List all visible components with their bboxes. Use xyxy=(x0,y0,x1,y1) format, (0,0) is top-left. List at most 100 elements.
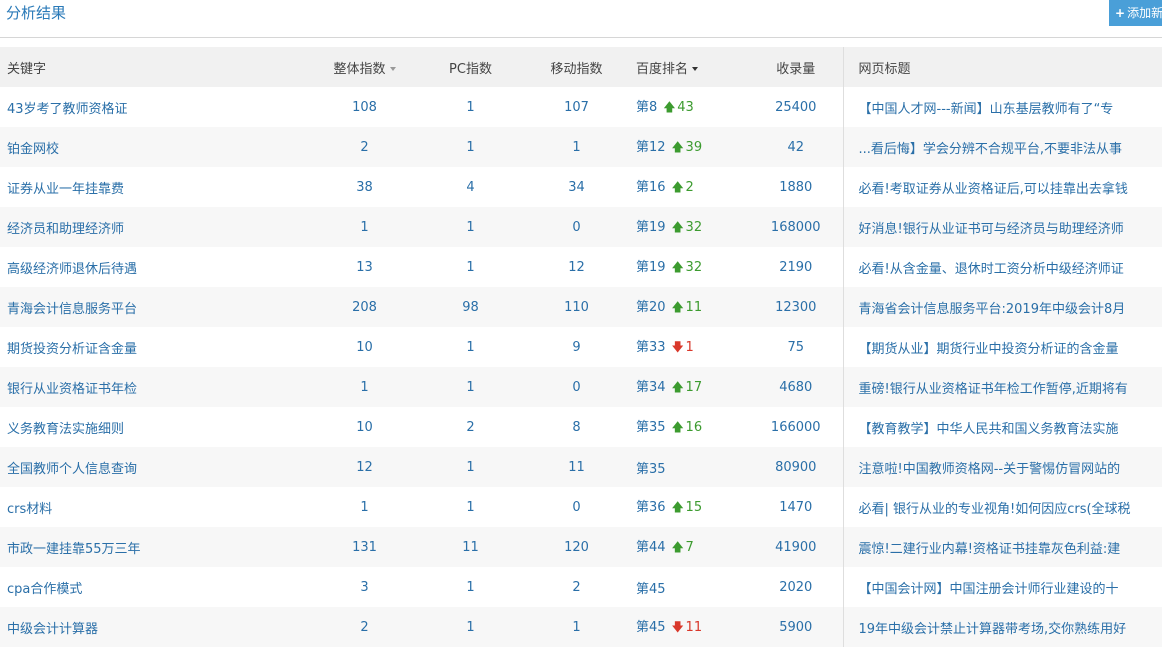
page-title-link[interactable]: 青海省会计信息服务平台:2019年中级会计8月 xyxy=(842,287,1162,327)
keyword-link[interactable]: crs材料 xyxy=(0,487,312,527)
table-row: 中级会计计算器 2 1 1 第45 🡇 11 5900 19年中级会计禁止计算器带考场,交你熟练… xyxy=(0,607,1162,647)
page-title-link[interactable]: 【期货从业】期货行业中投资分析证的含金量 xyxy=(842,327,1162,367)
mobile-index-cell: 9 xyxy=(572,339,581,355)
keyword-link[interactable]: 高级经济师退休后待遇 xyxy=(0,247,312,287)
pc-index-cell: 11 xyxy=(462,539,479,555)
indexed-count-cell: 41900 xyxy=(775,539,817,555)
keyword-link[interactable]: 青海会计信息服务平台 xyxy=(0,287,312,327)
arrow-up-icon: 🡅 xyxy=(671,379,684,394)
keyword-link[interactable]: 市政一建挂靠55万三年 xyxy=(0,527,312,567)
indexed-count-cell: 2190 xyxy=(779,259,813,275)
rank-value: 第19 xyxy=(636,259,666,275)
mobile-index-cell: 0 xyxy=(572,379,581,395)
header-divider xyxy=(0,37,1162,38)
page-title-link[interactable]: 【中国人才网---新闻】山东基层教师有了“专 xyxy=(842,87,1162,127)
pc-index-cell: 1 xyxy=(466,379,475,395)
keyword-link[interactable]: 经济员和助理经济师 xyxy=(0,207,312,247)
column-header-baidu-rank[interactable]: 百度排名 xyxy=(629,47,749,87)
table-row: 市政一建挂靠55万三年 131 11 120 第44 🡅 7 41900 震惊!二建行业内幕!资… xyxy=(0,527,1162,567)
page-title-link[interactable]: 重磅!银行从业资格证书年检工作暂停,近期将有 xyxy=(842,367,1162,407)
rank-change: 2 xyxy=(685,179,694,195)
overall-index-cell: 1 xyxy=(360,379,369,395)
table-header-row: 关键字 整体指数 PC指数 移动指数 百度排名 收录量 网页标题 xyxy=(0,47,1162,87)
rank-value: 第33 xyxy=(636,339,666,355)
mobile-index-cell: 120 xyxy=(564,539,589,555)
mobile-index-cell: 1 xyxy=(572,619,581,635)
keyword-link[interactable]: 义务教育法实施细则 xyxy=(0,407,312,447)
rank-change: 15 xyxy=(685,499,703,515)
table-row: 银行从业资格证书年检 1 1 0 第34 🡅 17 4680 重磅!银行从业资格证书年检工作暂停… xyxy=(0,367,1162,407)
table-row: 经济员和助理经济师 1 1 0 第19 🡅 32 168000 好消息!银行从业证书可与经济员与… xyxy=(0,207,1162,247)
column-header-overall-index[interactable]: 整体指数 xyxy=(312,47,417,87)
page-title-link[interactable]: 必看!考取证券从业资格证后,可以挂靠出去拿钱 xyxy=(842,167,1162,207)
keyword-link[interactable]: 43岁考了教师资格证 xyxy=(0,87,312,127)
rank-change: 32 xyxy=(685,259,703,275)
column-header-page-title: 网页标题 xyxy=(842,47,1162,87)
pc-index-cell: 1 xyxy=(466,339,475,355)
keyword-link[interactable]: 证券从业一年挂靠费 xyxy=(0,167,312,207)
pc-index-cell: 1 xyxy=(466,619,475,635)
arrow-up-icon: 🡅 xyxy=(671,499,684,514)
arrow-up-icon: 🡅 xyxy=(671,179,684,194)
pc-index-cell: 4 xyxy=(466,179,475,195)
indexed-count-cell: 1880 xyxy=(779,179,813,195)
indexed-count-cell: 1470 xyxy=(779,499,813,515)
overall-index-cell: 13 xyxy=(356,259,373,275)
overall-index-cell: 131 xyxy=(352,539,377,555)
keyword-link[interactable]: 铂金网校 xyxy=(0,127,312,167)
results-table: 关键字 整体指数 PC指数 移动指数 百度排名 收录量 网页标题 43岁考了教师… xyxy=(0,47,1162,647)
baidu-rank-cell: 第35 xyxy=(629,447,749,487)
rank-value: 第12 xyxy=(636,139,666,155)
overall-index-cell: 3 xyxy=(360,579,369,595)
page-title-link[interactable]: 好消息!银行从业证书可与经济员与助理经济师 xyxy=(842,207,1162,247)
page-title-link[interactable]: 震惊!二建行业内幕!资格证书挂靠灰色利益:建 xyxy=(842,527,1162,567)
mobile-index-cell: 0 xyxy=(572,219,581,235)
rank-value: 第44 xyxy=(636,539,666,555)
mobile-index-cell: 8 xyxy=(572,419,581,435)
keyword-link[interactable]: 全国教师个人信息查询 xyxy=(0,447,312,487)
page-title-link[interactable]: ...看后悔】学会分辨不合规平台,不要非法从事 xyxy=(842,127,1162,167)
baidu-rank-cell: 第19 🡅 32 xyxy=(629,207,749,247)
baidu-rank-cell: 第16 🡅 2 xyxy=(629,167,749,207)
pc-index-cell: 1 xyxy=(466,139,475,155)
indexed-count-cell: 12300 xyxy=(775,299,817,315)
rank-change: 11 xyxy=(685,299,703,315)
add-new-button[interactable]: + 添加新 xyxy=(1109,0,1162,26)
keyword-link[interactable]: 银行从业资格证书年检 xyxy=(0,367,312,407)
table-body: 43岁考了教师资格证 108 1 107 第8 🡅 43 25400 【中国人才网---新闻】山… xyxy=(0,87,1162,647)
indexed-count-cell: 2020 xyxy=(779,579,813,595)
baidu-rank-cell: 第20 🡅 11 xyxy=(629,287,749,327)
mobile-index-cell: 1 xyxy=(572,139,581,155)
arrow-up-icon: 🡅 xyxy=(663,99,676,114)
indexed-count-cell: 75 xyxy=(787,339,805,355)
rank-value: 第8 xyxy=(636,99,658,115)
table-row: cpa合作模式 3 1 2 第45 2020 【中国会计网】中国注册会计师行业建设的十 xyxy=(0,567,1162,607)
rank-value: 第20 xyxy=(636,299,666,315)
page-title-link[interactable]: 必看| 银行从业的专业视角!如何因应crs(全球税 xyxy=(842,487,1162,527)
overall-index-cell: 2 xyxy=(360,619,369,635)
pc-index-cell: 1 xyxy=(466,579,475,595)
indexed-count-cell: 80900 xyxy=(775,459,817,475)
keyword-link[interactable]: 中级会计计算器 xyxy=(0,607,312,647)
page-title-link[interactable]: 【中国会计网】中国注册会计师行业建设的十 xyxy=(842,567,1162,607)
page-title-link[interactable]: 19年中级会计禁止计算器带考场,交你熟练用好 xyxy=(842,607,1162,647)
indexed-count-cell: 4680 xyxy=(779,379,813,395)
page-title-link[interactable]: 【教育教学】中华人民共和国义务教育法实施 xyxy=(842,407,1162,447)
mobile-index-cell: 0 xyxy=(572,499,581,515)
rank-change: 32 xyxy=(685,219,703,235)
pc-index-cell: 2 xyxy=(466,419,475,435)
page-title-link[interactable]: 注意啦!中国教师资格网--关于警惕仿冒网站的 xyxy=(842,447,1162,487)
column-header-keyword: 关键字 xyxy=(7,61,47,77)
overall-index-cell: 10 xyxy=(356,419,373,435)
keyword-link[interactable]: 期货投资分析证含金量 xyxy=(0,327,312,367)
rank-change: 1 xyxy=(685,339,694,355)
keyword-link[interactable]: cpa合作模式 xyxy=(0,567,312,607)
pc-index-cell: 1 xyxy=(466,259,475,275)
rank-change: 43 xyxy=(677,99,694,115)
mobile-index-cell: 34 xyxy=(568,179,585,195)
page-title-link[interactable]: 必看!从含金量、退休时工资分析中级经济师证 xyxy=(842,247,1162,287)
pc-index-cell: 1 xyxy=(466,459,475,475)
rank-value: 第35 xyxy=(636,419,666,435)
table-row: 青海会计信息服务平台 208 98 110 第20 🡅 11 12300 青海省会计信息服务平台… xyxy=(0,287,1162,327)
table-row: crs材料 1 1 0 第36 🡅 15 1470 必看| 银行从业的专业视角!如何因应crs(… xyxy=(0,487,1162,527)
